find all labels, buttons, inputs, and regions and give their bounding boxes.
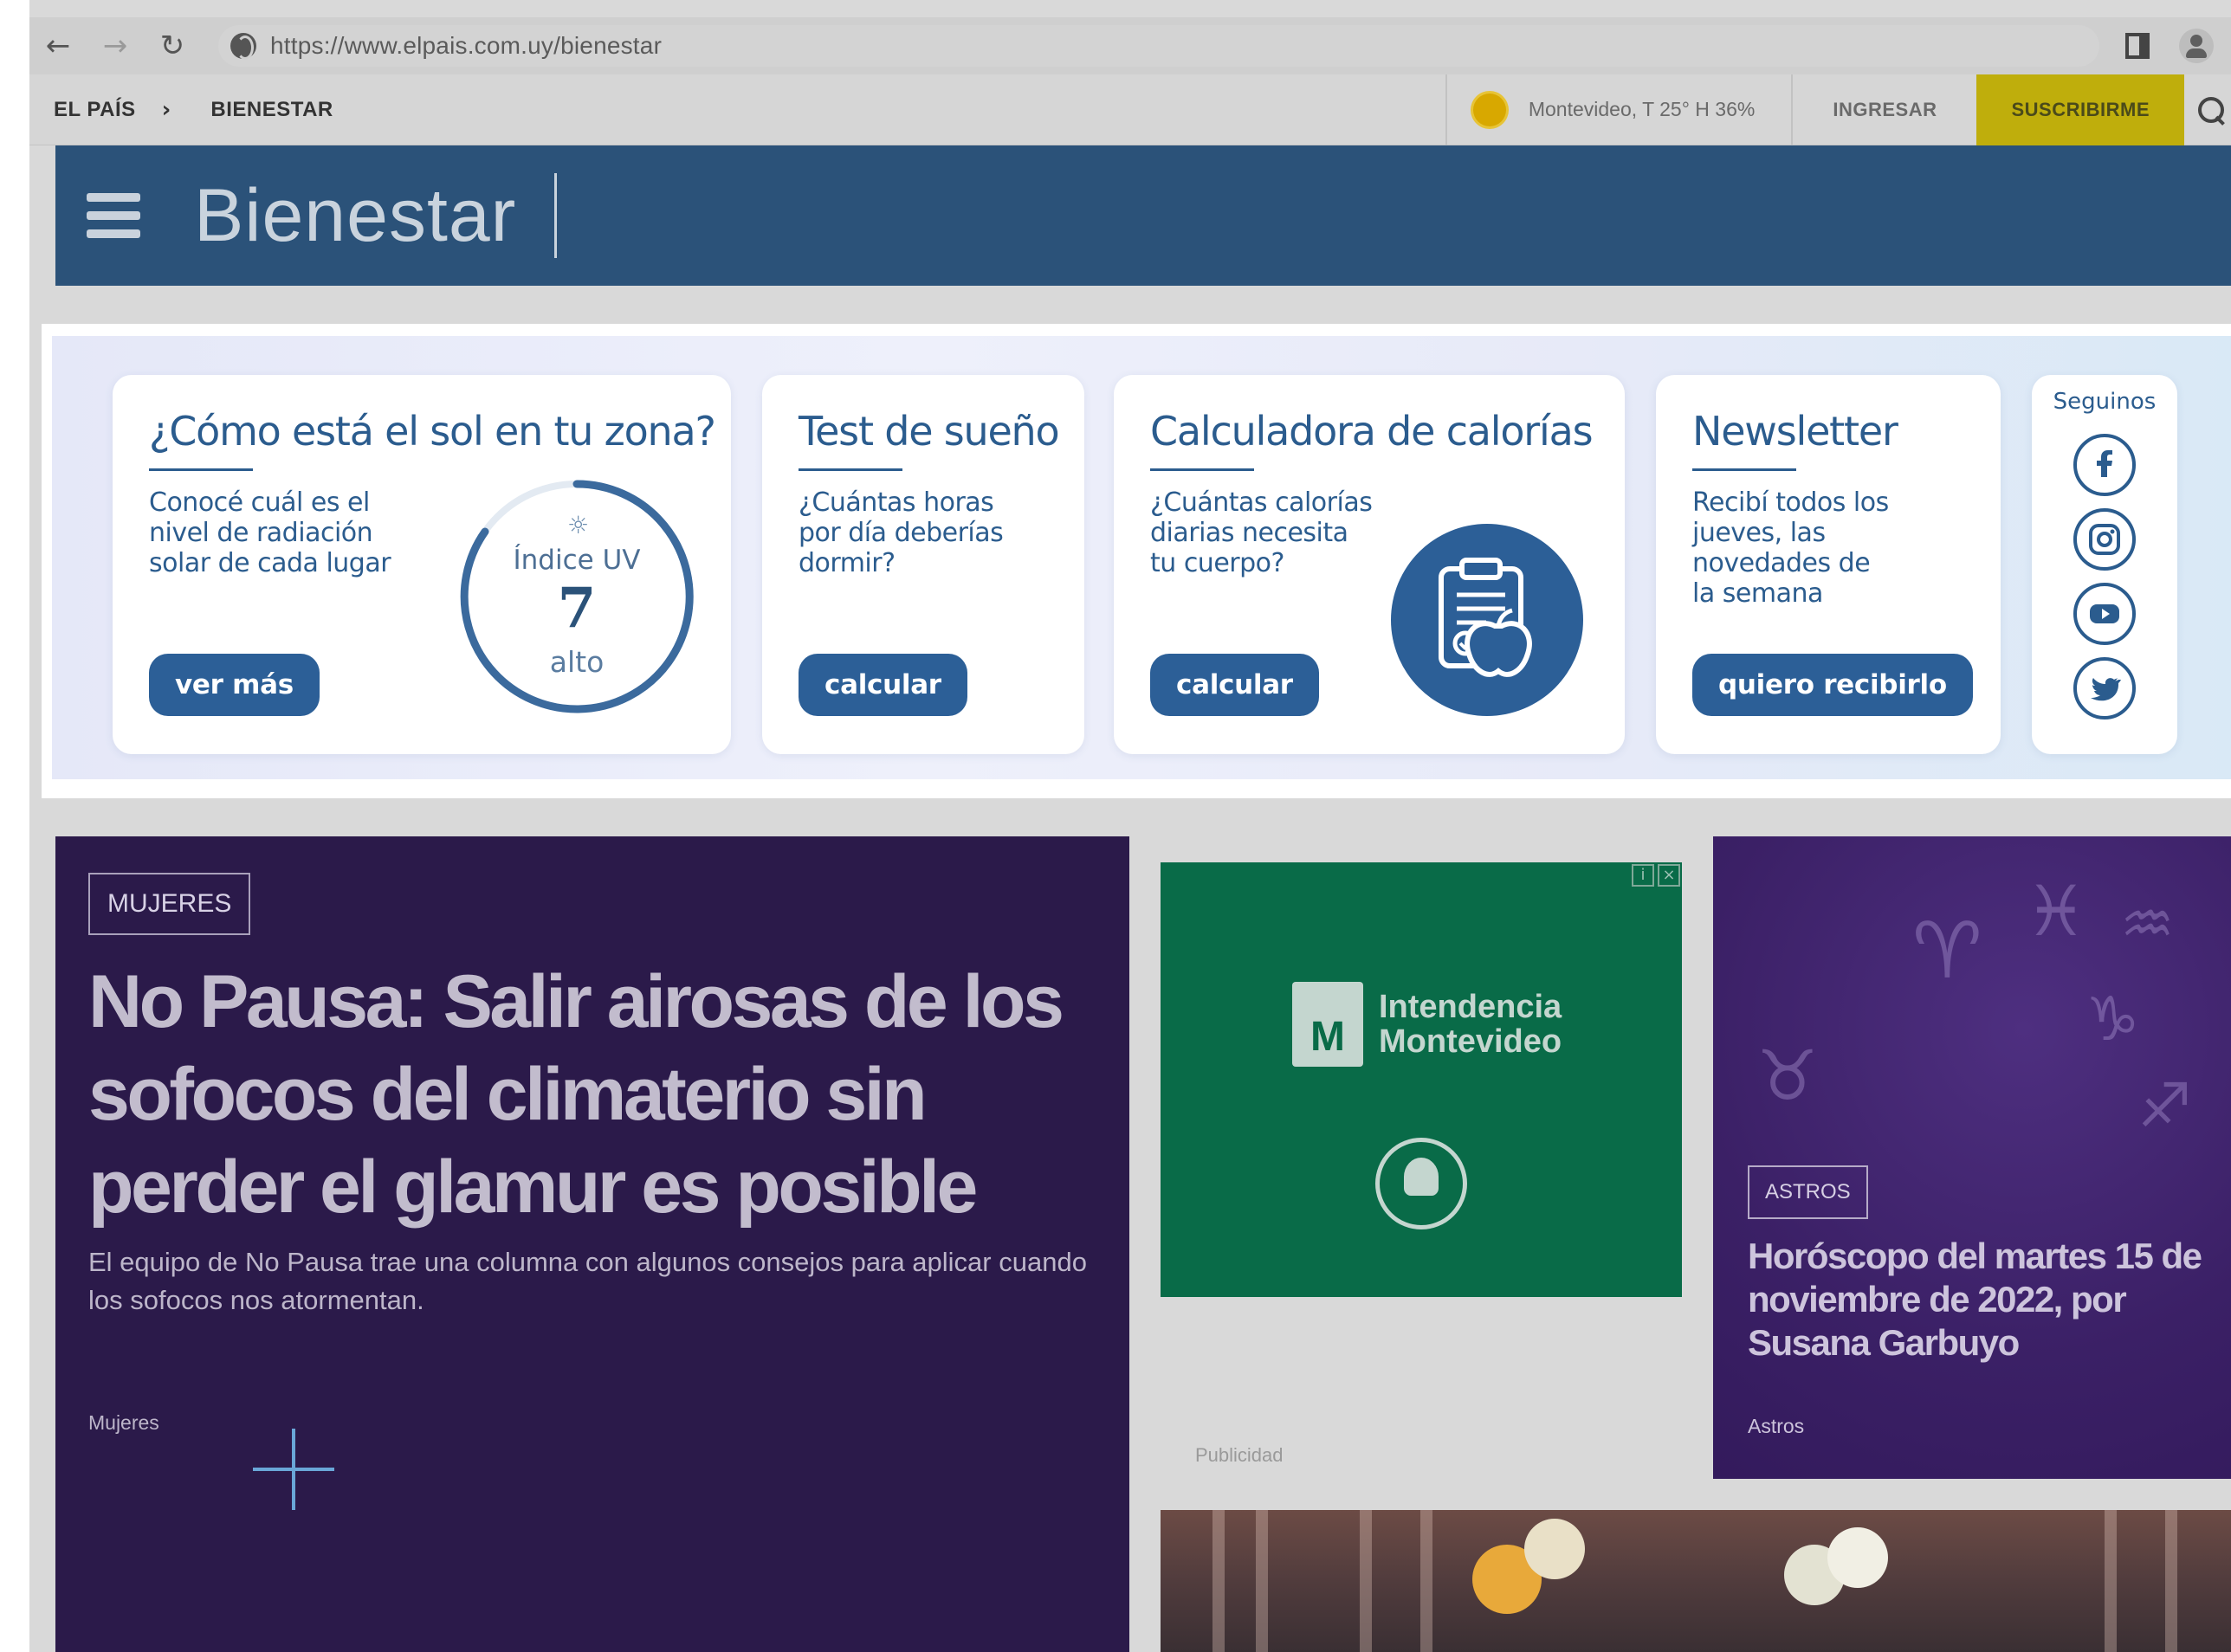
calories-calculate-button[interactable]: calcular <box>1150 654 1319 716</box>
uv-value: 7 <box>557 576 597 641</box>
uv-card-text: Conocé cuál es el nivel de radiación sol… <box>149 487 391 578</box>
uv-label: Índice UV <box>513 545 641 576</box>
plus-icon[interactable] <box>253 1429 334 1510</box>
astros-category[interactable]: Astros <box>1748 1415 1804 1438</box>
twitter-icon[interactable] <box>2073 657 2136 720</box>
tools-section: ¿Cómo está el sol en tu zona? Conocé cuá… <box>42 324 2231 798</box>
ad-controls: i × <box>1632 864 1680 887</box>
feature-headline[interactable]: No Pausa: Salir airosas de los sofocos d… <box>88 956 1110 1234</box>
weather-widget[interactable]: Montevideo, T 25° H 36% <box>1445 74 1794 145</box>
social-card: Seguinos <box>2032 375 2177 754</box>
newsletter-card: Newsletter Recibí todos los jueves, las … <box>1656 375 2001 754</box>
ad-logo: Intendencia Montevideo <box>1292 982 1562 1067</box>
intendencia-logo-icon <box>1292 982 1363 1067</box>
feature-category[interactable]: Mujeres <box>88 1411 159 1435</box>
newsletter-card-text: Recibí todos los jueves, las novedades d… <box>1692 487 1889 609</box>
arrow-left-icon: ← <box>45 29 71 63</box>
see-more-button[interactable]: ver más <box>149 654 320 716</box>
sleep-card: Test de sueño ¿Cuántas horas por día deb… <box>762 375 1084 754</box>
uv-level: alto <box>549 645 605 679</box>
youtube-icon[interactable] <box>2073 583 2136 645</box>
calories-card-title: Calculadora de calorías <box>1150 408 1594 455</box>
astros-tag[interactable]: ASTROS <box>1748 1165 1868 1219</box>
sleep-card-text: ¿Cuántas horas por día deberías dormir? <box>799 487 1004 578</box>
subscribe-button[interactable]: SUSCRIBIRME <box>1976 74 2184 145</box>
zodiac-capricorn-icon: ♑ <box>2086 984 2140 1055</box>
card-underline <box>799 468 902 471</box>
card-underline <box>1692 468 1796 471</box>
arrow-right-icon: → <box>102 29 128 63</box>
card-underline <box>1150 468 1254 471</box>
feature-summary: El equipo de No Pausa trae una columna c… <box>88 1247 1087 1315</box>
site-info-icon[interactable] <box>230 33 256 60</box>
advertisement[interactable]: i × Intendencia Montevideo <box>1161 862 1682 1297</box>
newsletter-subscribe-button[interactable]: quiero recibirlo <box>1692 654 1973 716</box>
forward-button[interactable]: → <box>87 17 144 74</box>
menu-icon[interactable] <box>87 193 140 238</box>
section-header: Bienestar <box>55 145 2231 286</box>
astros-headline[interactable]: Horóscopo del martes 15 de noviembre de … <box>1748 1235 2215 1365</box>
newsletter-card-title: Newsletter <box>1692 408 1898 455</box>
astros-article[interactable]: ♈ ♓ ♒ ♉ ♑ ♐ ASTROS Horóscopo del martes … <box>1713 836 2231 1479</box>
weather-text: Montevideo, T 25° H 36% <box>1528 98 1756 120</box>
zodiac-pisces-icon: ♓ <box>2025 871 2087 952</box>
clipboard-apple-icon <box>1439 558 1532 677</box>
site-top-bar: EL PAÍS › BIENESTAR Montevideo, T 25° H … <box>29 74 2231 145</box>
zodiac-aquarius-icon: ♒ <box>2120 888 2175 959</box>
zodiac-aries-icon: ♈ <box>1912 906 1982 997</box>
facebook-icon[interactable] <box>2073 434 2136 496</box>
chevron-right-icon: › <box>161 96 171 123</box>
tools-band: ¿Cómo está el sol en tu zona? Conocé cuá… <box>52 336 2231 779</box>
uv-card: ¿Cómo está el sol en tu zona? Conocé cuá… <box>113 375 731 754</box>
zodiac-taurus-icon: ♉ <box>1756 1036 1819 1116</box>
reload-button[interactable]: ↻ <box>144 17 201 74</box>
search-icon[interactable] <box>2184 74 2231 145</box>
breadcrumb-home[interactable]: EL PAÍS <box>54 98 136 122</box>
calories-card: Calculadora de calorías ¿Cuántas caloría… <box>1114 375 1625 754</box>
ad-slot: i × Intendencia Montevideo Publicidad <box>1161 862 1682 1468</box>
social-title: Seguinos <box>2053 389 2157 415</box>
profile-icon[interactable] <box>2179 29 2214 63</box>
side-panel-icon[interactable] <box>2125 33 2150 59</box>
section-title: Bienestar <box>194 173 517 257</box>
uv-sun-icon: ☼ <box>567 511 590 539</box>
ad-info-icon[interactable]: i <box>1632 864 1654 887</box>
reload-icon: ↻ <box>159 29 185 63</box>
page-left-margin <box>0 0 29 1652</box>
calories-circle <box>1391 524 1583 716</box>
login-link[interactable]: INGRESAR <box>1793 99 1976 121</box>
card-underline <box>149 468 253 471</box>
feature-tag[interactable]: MUJERES <box>88 873 251 935</box>
sleep-card-title: Test de sueño <box>799 408 1060 455</box>
ad-label: Publicidad <box>1195 1444 1284 1466</box>
instagram-icon[interactable] <box>2073 508 2136 571</box>
browser-toolbar: ← → ↻ https://www.elpais.com.uy/bienesta… <box>29 17 2231 74</box>
back-button[interactable]: ← <box>29 17 87 74</box>
zodiac-sagittarius-icon: ♐ <box>2137 1070 2192 1141</box>
sun-icon <box>1472 93 1506 126</box>
ad-close-icon[interactable]: × <box>1658 864 1680 887</box>
ad-brand-text: Intendencia Montevideo <box>1379 989 1562 1060</box>
article-photo[interactable] <box>1161 1510 2231 1652</box>
address-bar[interactable]: https://www.elpais.com.uy/bienestar <box>218 25 2099 67</box>
calories-card-text: ¿Cuántas calorías diarias necesita tu cu… <box>1150 487 1373 578</box>
featured-article[interactable]: MUJERES No Pausa: Salir airosas de los s… <box>55 836 1129 1652</box>
sleep-calculate-button[interactable]: calcular <box>799 654 967 716</box>
uv-card-title: ¿Cómo está el sol en tu zona? <box>149 408 716 455</box>
url-text: https://www.elpais.com.uy/bienestar <box>270 32 663 59</box>
title-divider <box>554 173 558 258</box>
tree-seal-icon <box>1375 1138 1467 1229</box>
breadcrumb-current[interactable]: BIENESTAR <box>210 98 333 122</box>
